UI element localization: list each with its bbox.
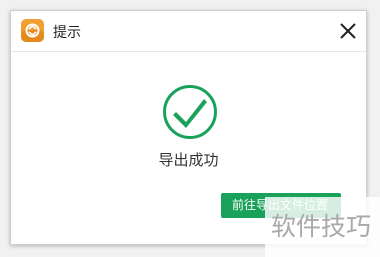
watermark-overlay: 软件技巧 (265, 197, 380, 257)
close-icon[interactable] (336, 19, 360, 43)
success-message: 导出成功 (158, 151, 219, 169)
check-circle-icon (163, 85, 217, 139)
dialog-titlebar: 提示 (11, 11, 366, 52)
dialog-title: 提示 (53, 25, 81, 41)
app-logo-icon (21, 19, 44, 42)
